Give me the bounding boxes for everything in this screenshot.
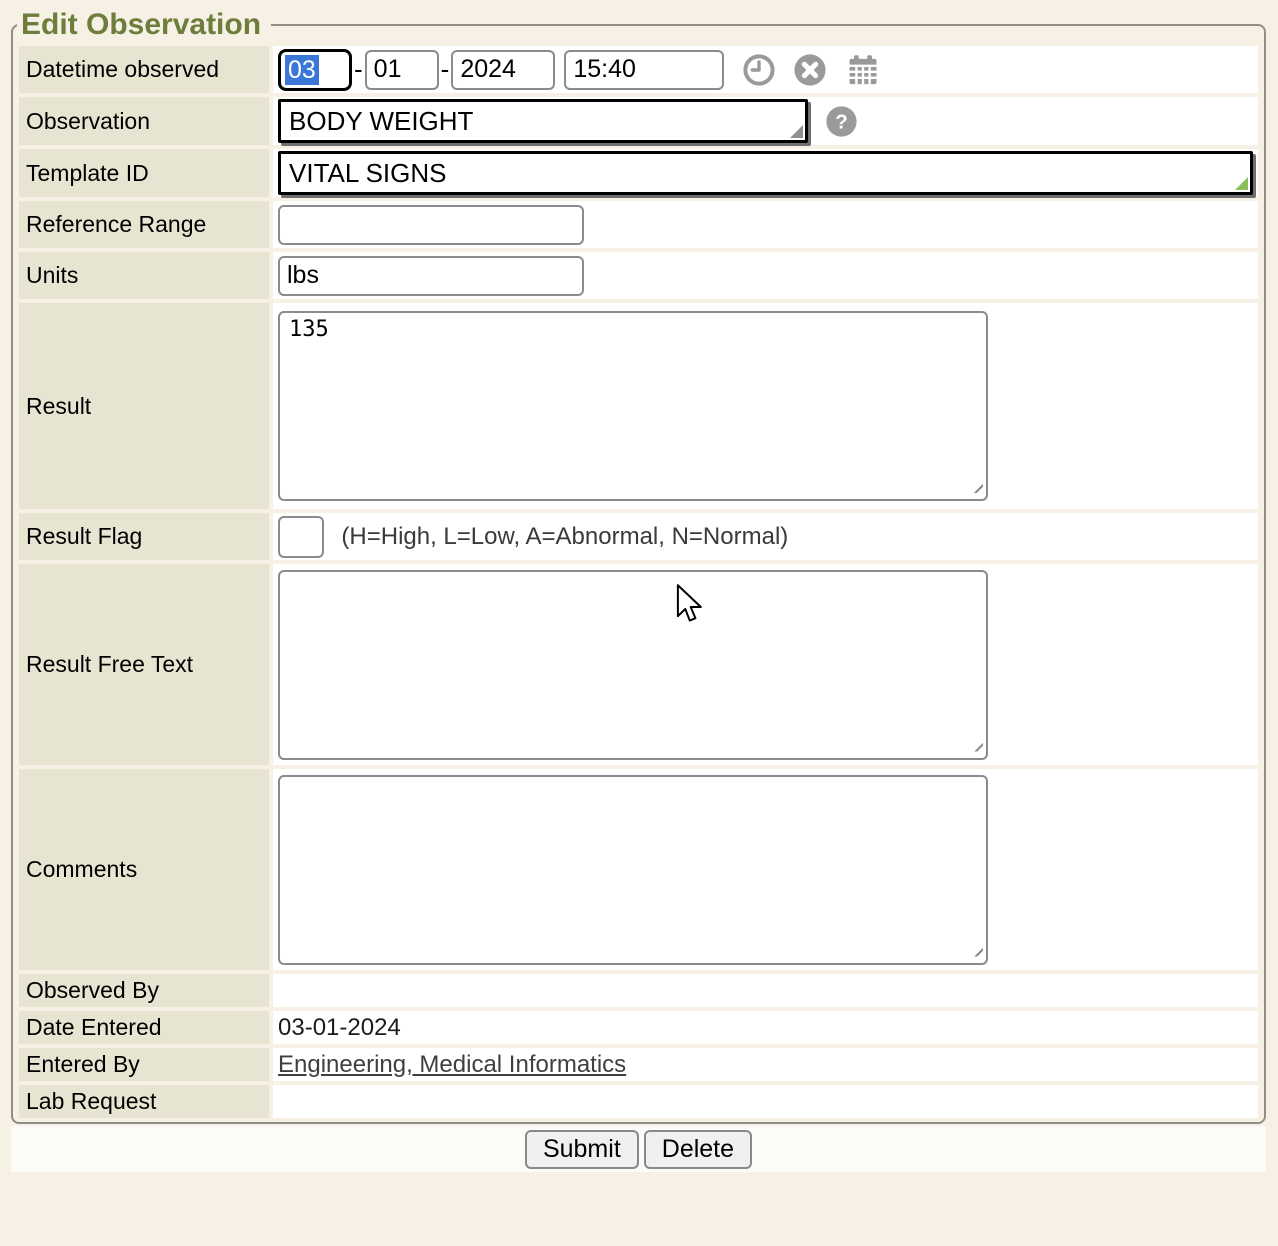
observation-value-cell: ?: [273, 97, 1258, 145]
datetime-observed-value-cell: 03 - -: [273, 46, 1258, 93]
date-entered-label: Date Entered: [19, 1011, 269, 1044]
datetime-day-input[interactable]: [365, 50, 439, 90]
observation-label: Observation: [19, 97, 269, 145]
row-date-entered: Date Entered 03-01-2024: [19, 1011, 1258, 1044]
result-free-text-textarea[interactable]: [278, 570, 988, 760]
reference-range-value-cell: [273, 201, 1258, 248]
clear-icon[interactable]: [793, 53, 827, 87]
lab-request-value: [273, 1085, 1258, 1118]
row-reference-range: Reference Range: [19, 201, 1258, 248]
svg-text:?: ?: [836, 110, 849, 133]
observed-by-value: [273, 974, 1258, 1007]
result-flag-input[interactable]: [278, 516, 324, 558]
comments-value-cell: [273, 769, 1258, 970]
datetime-year-input[interactable]: [451, 50, 555, 90]
reference-range-input[interactable]: [278, 205, 584, 245]
submit-button[interactable]: Submit: [525, 1130, 639, 1169]
edit-observation-fieldset: Edit Observation Datetime observed 03 - -: [11, 8, 1266, 1124]
template-id-label: Template ID: [19, 149, 269, 197]
row-result-free-text: Result Free Text: [19, 564, 1258, 765]
row-observed-by: Observed By: [19, 974, 1258, 1007]
result-free-text-label: Result Free Text: [19, 564, 269, 765]
clock-icon[interactable]: [742, 53, 776, 87]
row-entered-by: Entered By Engineering, Medical Informat…: [19, 1048, 1258, 1081]
result-flag-hint: (H=High, L=Low, A=Abnormal, N=Normal): [341, 523, 788, 550]
comments-textarea[interactable]: [278, 775, 988, 965]
reference-range-label: Reference Range: [19, 201, 269, 248]
template-id-combo: [278, 151, 1253, 195]
row-template-id: Template ID: [19, 149, 1258, 197]
observation-combo: [278, 99, 808, 143]
lab-request-label: Lab Request: [19, 1085, 269, 1118]
template-id-input[interactable]: [278, 151, 1253, 195]
units-value-cell: [273, 252, 1258, 299]
row-lab-request: Lab Request: [19, 1085, 1258, 1118]
entered-by-value-cell: Engineering, Medical Informatics: [273, 1048, 1258, 1081]
row-result: Result 135: [19, 303, 1258, 509]
datetime-time-input[interactable]: [564, 50, 724, 90]
comments-label: Comments: [19, 769, 269, 970]
date-entered-value: 03-01-2024: [273, 1011, 1258, 1044]
result-label: Result: [19, 303, 269, 509]
help-icon[interactable]: ?: [825, 105, 858, 138]
page-title: Edit Observation: [17, 8, 271, 42]
date-separator: -: [354, 54, 363, 84]
row-datetime: Datetime observed 03 - -: [19, 46, 1258, 93]
datetime-month-selected-text: 03: [285, 55, 319, 85]
result-free-text-value-cell: [273, 564, 1258, 765]
edit-observation-page: Edit Observation Datetime observed 03 - -: [0, 0, 1278, 1172]
observation-input[interactable]: [278, 99, 808, 143]
form-button-bar: Submit Delete: [11, 1126, 1266, 1172]
result-value-cell: 135: [273, 303, 1258, 509]
units-label: Units: [19, 252, 269, 299]
datetime-month-input[interactable]: 03: [278, 49, 352, 91]
observed-by-label: Observed By: [19, 974, 269, 1007]
result-flag-label: Result Flag: [19, 513, 269, 560]
calendar-icon[interactable]: [845, 52, 881, 88]
result-flag-value-cell: (H=High, L=Low, A=Abnormal, N=Normal): [273, 513, 1258, 560]
row-result-flag: Result Flag (H=High, L=Low, A=Abnormal, …: [19, 513, 1258, 560]
date-separator: -: [441, 54, 450, 84]
row-observation: Observation ?: [19, 97, 1258, 145]
observation-form-table: Datetime observed 03 - - Observation: [15, 42, 1262, 1122]
entered-by-label: Entered By: [19, 1048, 269, 1081]
template-id-value-cell: [273, 149, 1258, 197]
entered-by-link[interactable]: Engineering, Medical Informatics: [278, 1051, 626, 1078]
row-units: Units: [19, 252, 1258, 299]
delete-button[interactable]: Delete: [644, 1130, 752, 1169]
units-input[interactable]: [278, 256, 584, 296]
result-textarea[interactable]: 135: [278, 311, 988, 501]
datetime-observed-label: Datetime observed: [19, 46, 269, 93]
row-comments: Comments: [19, 769, 1258, 970]
